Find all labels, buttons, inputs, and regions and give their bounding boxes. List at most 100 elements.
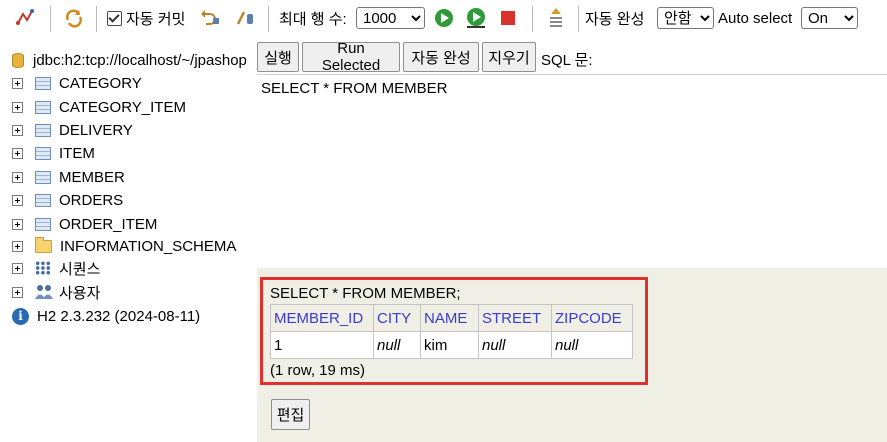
table-name: ORDERS [59,191,124,209]
column-header[interactable]: STREET [478,304,552,332]
auto-select-select[interactable]: On [801,7,858,29]
table-name: ORDER_ITEM [59,215,158,233]
toolbar-separator [532,6,533,32]
expand-icon[interactable] [12,147,23,159]
clear-button[interactable]: 지우기 [482,42,536,72]
table-row: 1 null kim null null [270,331,633,359]
expand-icon[interactable] [12,77,23,89]
auto-complete-text: 자동 완성 [585,10,645,28]
expand-icon[interactable] [12,240,23,252]
toolbar: 자동 커밋 최대 행 수: 1000 자동 완성 안함 Auto select [0,0,887,38]
column-header[interactable]: CITY [373,304,421,332]
users-label: 사용자 [59,284,101,302]
version-info: i H2 2.3.232 (2024-08-11) [12,305,200,327]
commit-icon[interactable] [234,7,256,29]
toolbar-separator [268,6,269,32]
run-icon[interactable] [433,7,455,29]
users-icon [35,284,53,300]
auto-complete-button[interactable]: 자동 완성 [403,42,479,72]
run-selected-button[interactable]: Run Selected [302,40,400,74]
max-rows-text: 최대 행 수: [279,10,347,28]
expand-icon[interactable] [12,124,23,136]
tree-item-users[interactable]: 사용자 [12,281,100,303]
result-statement: SELECT * FROM MEMBER; [270,285,461,302]
tree-item-category-item[interactable]: CATEGORY_ITEM [12,96,186,118]
table-icon [35,193,51,207]
toolbar-separator [96,6,97,32]
sql-query-text[interactable]: SELECT * FROM MEMBER [261,80,447,97]
run-selected-icon[interactable] [465,7,487,29]
table-name: ITEM [59,144,95,162]
auto-select-text: Auto select [718,9,793,27]
edit-button[interactable]: 편집 [271,399,310,430]
sequence-icon [35,261,51,275]
max-rows-select-wrap: 1000 [356,6,425,30]
auto-commit-checkbox[interactable]: 자동 커밋 [107,6,185,30]
info-icon: i [12,307,29,325]
auto-select-label: Auto select [718,6,792,30]
tree-item-category[interactable]: CATEGORY [12,72,142,94]
table-cell: null [373,331,421,359]
disconnect-icon[interactable] [14,7,36,29]
column-header[interactable]: ZIPCODE [551,304,633,332]
result-summary: (1 row, 19 ms) [270,362,366,379]
table-icon [35,100,51,114]
table-name: CATEGORY_ITEM [59,98,186,116]
auto-complete-label: 자동 완성 [585,6,644,30]
database-icon [12,52,24,68]
connection-url: jdbc:h2:tcp://localhost/~/jpashop [33,51,247,69]
sequences-label: 시퀀스 [59,260,101,278]
rollback-icon[interactable] [199,7,221,29]
folder-icon [35,236,52,253]
table-name: CATEGORY [59,74,142,92]
checkbox-checked-icon[interactable] [107,10,122,26]
expand-icon[interactable] [12,101,23,113]
tree-item-orders[interactable]: ORDERS [12,189,123,211]
toolbar-separator [50,6,51,32]
auto-commit-label: 자동 커밋 [126,10,186,28]
max-rows-label: 최대 행 수: [279,6,347,30]
table-cell: kim [420,331,479,359]
tree-item-member[interactable]: MEMBER [12,166,125,188]
expand-icon[interactable] [12,262,23,274]
run-button[interactable]: 실행 [257,42,299,72]
stop-icon[interactable] [497,7,519,29]
table-header-row: MEMBER_ID CITY NAME STREET ZIPCODE [270,304,633,332]
table-icon [35,76,51,90]
auto-complete-select[interactable]: 안함 [657,7,714,29]
result-table: MEMBER_ID CITY NAME STREET ZIPCODE 1 nul… [270,304,633,359]
expand-icon[interactable] [12,286,23,298]
tree-item-sequences[interactable]: 시퀀스 [12,257,100,279]
expand-icon[interactable] [12,171,23,183]
table-icon [35,123,51,137]
tree-item-delivery[interactable]: DELIVERY [12,119,133,141]
column-header[interactable]: MEMBER_ID [270,304,374,332]
version-text: H2 2.3.232 (2024-08-11) [37,307,201,325]
connection-node[interactable]: jdbc:h2:tcp://localhost/~/jpashop [12,49,247,71]
object-tree: jdbc:h2:tcp://localhost/~/jpashop CATEGO… [0,42,257,442]
tree-item-information-schema[interactable]: INFORMATION_SCHEMA [12,235,236,257]
refresh-icon[interactable] [63,7,85,29]
tree-item-order-item[interactable]: ORDER_ITEM [12,213,157,235]
expand-icon[interactable] [12,218,23,230]
table-icon [35,146,51,160]
table-cell: null [478,331,552,359]
sql-editor[interactable]: SELECT * FROM MEMBER [257,74,887,269]
toolbar-separator [578,6,579,32]
sql-statement-label: SQL 문: [541,52,593,69]
table-cell: 1 [270,331,374,359]
max-rows-select[interactable]: 1000 [356,7,425,29]
table-name: MEMBER [59,168,125,186]
table-name: DELIVERY [59,121,133,139]
sql-button-bar: 실행 Run Selected 자동 완성 지우기 SQL 문: [257,40,887,74]
history-icon[interactable] [545,7,567,29]
schema-name: INFORMATION_SCHEMA [60,237,237,255]
column-header[interactable]: NAME [420,304,479,332]
tree-item-item[interactable]: ITEM [12,142,95,164]
table-cell: null [551,331,633,359]
auto-complete-select-wrap: 안함 [657,6,714,30]
expand-icon[interactable] [12,194,23,206]
table-icon [35,217,51,231]
auto-select-select-wrap: On [801,6,858,30]
table-icon [35,170,51,184]
